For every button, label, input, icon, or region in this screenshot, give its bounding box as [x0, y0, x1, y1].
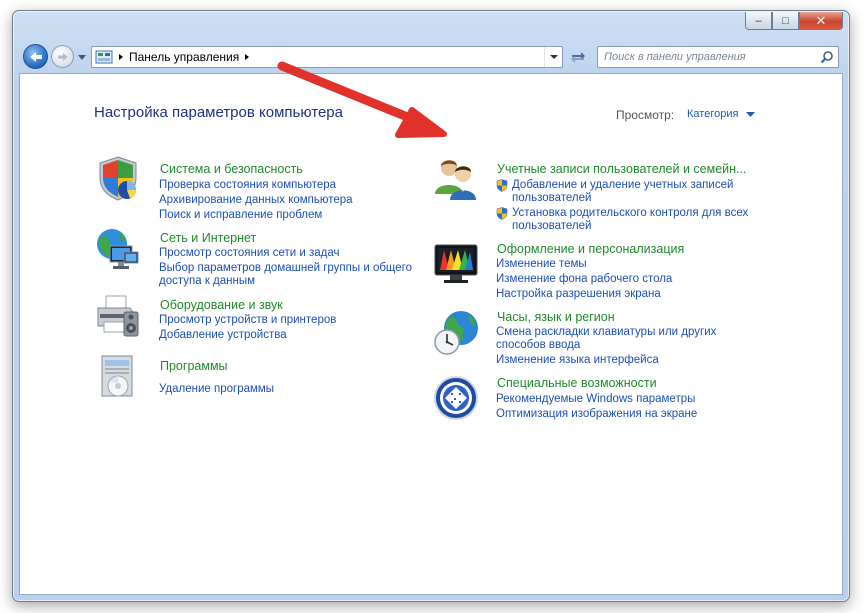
page-title: Настройка параметров компьютера	[94, 104, 343, 121]
uac-shield-icon	[496, 179, 508, 192]
link-parental-controls[interactable]: Установка родительского контроля для все…	[512, 206, 748, 220]
link-recommended-settings[interactable]: Рекомендуемые Windows параметры	[496, 392, 695, 406]
programs-box-icon[interactable]	[94, 352, 142, 400]
link-network-status[interactable]: Просмотр состояния сети и задач	[159, 246, 339, 260]
users-icon[interactable]	[432, 154, 480, 202]
refresh-button[interactable]	[567, 46, 589, 68]
link-optimize-display[interactable]: Оптимизация изображения на экране	[496, 407, 697, 421]
breadcrumb-arrow-icon[interactable]	[243, 53, 251, 61]
link-homegroup-options[interactable]: Выбор параметров домашней группы и общег…	[159, 261, 412, 275]
recent-pages-dropdown-icon[interactable]	[77, 52, 87, 62]
chevron-down-icon[interactable]	[746, 112, 755, 118]
shield-security-icon[interactable]	[94, 154, 142, 202]
printer-icon[interactable]	[94, 292, 142, 340]
link-check-computer-status[interactable]: Проверка состояния компьютера	[159, 178, 336, 192]
link-add-remove-accounts[interactable]: Добавление и удаление учетных записей	[512, 178, 733, 192]
address-dropdown-button[interactable]	[544, 47, 562, 67]
link-change-keyboard[interactable]: Смена раскладки клавиатуры или других	[496, 325, 716, 339]
uac-shield-icon	[496, 207, 508, 220]
clock-globe-icon[interactable]	[432, 308, 480, 356]
category-title-system-security[interactable]: Система и безопасность	[160, 162, 303, 176]
ease-of-access-icon[interactable]	[432, 374, 480, 422]
search-icon[interactable]	[820, 50, 834, 64]
search-input[interactable]: Поиск в панели управления	[597, 46, 839, 68]
breadcrumb-arrow-icon[interactable]	[117, 53, 125, 61]
category-title-appearance[interactable]: Оформление и персонализация	[497, 242, 684, 256]
address-bar[interactable]: Панель управления	[91, 46, 563, 68]
link-change-keyboard-cont[interactable]: способов ввода	[496, 338, 580, 352]
minimize-button[interactable]: –	[745, 12, 772, 30]
category-title-network-internet[interactable]: Сеть и Интернет	[160, 231, 256, 245]
link-change-desktop-background[interactable]: Изменение фона рабочего стола	[496, 272, 672, 286]
category-title-clock-region[interactable]: Часы, язык и регион	[497, 310, 615, 324]
link-backup-computer[interactable]: Архивирование данных компьютера	[159, 193, 353, 207]
view-by-dropdown[interactable]: Категория	[687, 108, 738, 120]
link-display-language[interactable]: Изменение языка интерфейса	[496, 353, 659, 367]
refresh-icon	[571, 52, 585, 63]
category-title-hardware-sound[interactable]: Оборудование и звук	[160, 298, 283, 312]
close-button[interactable]: ✕	[799, 12, 843, 30]
chevron-down-icon	[549, 55, 558, 59]
link-change-theme[interactable]: Изменение темы	[496, 257, 587, 271]
view-by-label: Просмотр:	[616, 108, 675, 122]
link-devices-printers[interactable]: Просмотр устройств и принтеров	[159, 313, 336, 327]
breadcrumb-control-panel[interactable]: Панель управления	[129, 50, 239, 64]
link-add-remove-accounts-cont[interactable]: пользователей	[512, 191, 591, 205]
control-panel-icon	[95, 50, 113, 64]
forward-button[interactable]	[51, 45, 74, 68]
window-controls: – □ ✕	[745, 12, 843, 30]
link-screen-resolution[interactable]: Настройка разрешения экрана	[496, 287, 661, 301]
control-panel-window: – □ ✕ Панель управления Поиск в панели у…	[12, 10, 850, 602]
category-title-ease-of-access[interactable]: Специальные возможности	[497, 376, 657, 390]
back-button[interactable]	[23, 44, 48, 69]
link-uninstall-program[interactable]: Удаление программы	[159, 382, 274, 396]
category-title-programs[interactable]: Программы	[160, 359, 228, 373]
navigation-bar: Панель управления Поиск в панели управле…	[21, 41, 841, 71]
content-pane: Настройка параметров компьютера Просмотр…	[19, 73, 843, 595]
link-parental-controls-cont[interactable]: пользователей	[512, 219, 591, 233]
link-add-device[interactable]: Добавление устройства	[159, 328, 287, 342]
network-globe-icon[interactable]	[94, 226, 142, 274]
maximize-button[interactable]: □	[772, 12, 799, 30]
search-placeholder: Поиск в панели управления	[604, 51, 746, 63]
arrow-right-icon	[57, 52, 68, 61]
link-data-sharing[interactable]: доступа к данным	[159, 274, 255, 288]
link-find-fix-problems[interactable]: Поиск и исправление проблем	[159, 208, 322, 222]
category-title-user-accounts[interactable]: Учетные записи пользователей и семейн...	[497, 162, 746, 176]
monitor-palette-icon[interactable]	[432, 240, 480, 288]
arrow-left-icon	[29, 51, 42, 62]
